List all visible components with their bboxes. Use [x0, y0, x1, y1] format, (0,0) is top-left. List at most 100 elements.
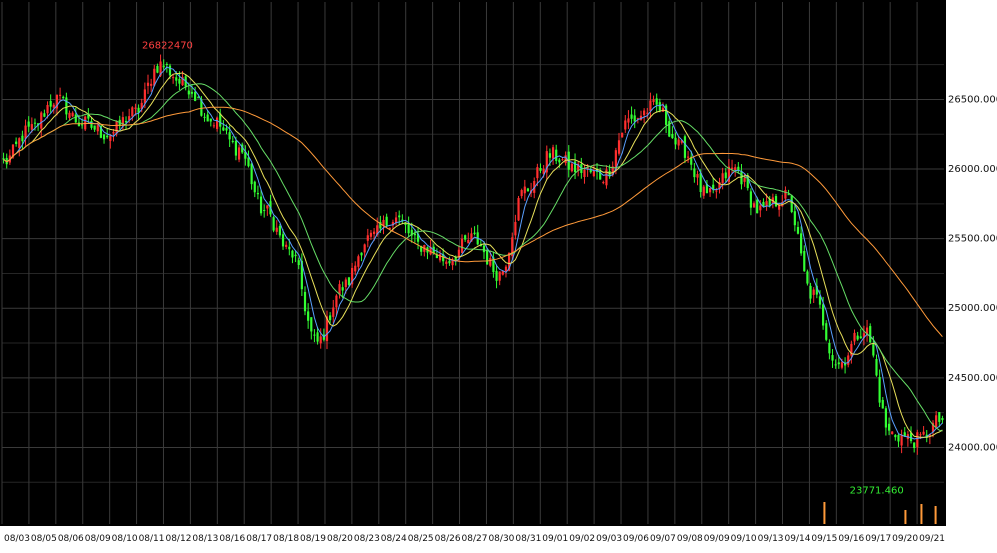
candle-body — [457, 249, 460, 257]
candle-body — [143, 89, 146, 104]
candle-body — [222, 127, 225, 131]
candle-body — [756, 199, 759, 214]
candle-body — [831, 355, 834, 361]
candle-body — [363, 244, 366, 253]
x-tick-label: 08/30 — [488, 534, 514, 544]
candle-body — [68, 112, 71, 118]
x-tick-label: 08/10 — [112, 534, 138, 544]
x-tick-label: 09/16 — [838, 534, 864, 544]
candle-body — [219, 113, 222, 127]
x-tick-label: 09/06 — [623, 534, 649, 544]
candle-body — [624, 120, 627, 130]
candle-body — [630, 114, 633, 119]
candle-body — [853, 332, 856, 342]
candle-body — [413, 233, 417, 236]
candle-body — [514, 221, 517, 236]
y-tick-label: 25500.000 — [948, 234, 997, 245]
x-tick-label: 08/19 — [300, 534, 326, 544]
candle-body — [627, 118, 630, 123]
candle-body — [369, 232, 373, 237]
candle-body — [52, 104, 55, 108]
candle-body — [834, 364, 837, 366]
candle-body — [344, 279, 347, 288]
candle-body — [43, 113, 46, 117]
candle-body — [526, 188, 530, 192]
candle-body — [372, 231, 376, 234]
candle-body — [162, 65, 165, 68]
candle-body — [46, 104, 49, 114]
candle-body — [281, 234, 285, 247]
candle-body — [407, 223, 410, 234]
candle-body — [209, 118, 212, 122]
y-tick-label: 25000.000 — [948, 303, 997, 314]
x-axis: 08/03 08/05 08/06 08/09 08/10 08/11 08/12 08/13… — [0, 526, 946, 553]
candle-body — [194, 91, 197, 101]
candle-body — [335, 295, 338, 308]
candle-body — [448, 260, 451, 264]
candle-body — [803, 250, 806, 272]
candle-body — [156, 65, 159, 73]
x-tick-label: 08/13 — [192, 534, 218, 544]
candle-body — [730, 167, 734, 170]
candle-body — [58, 94, 62, 96]
candle-body — [71, 112, 74, 117]
candle-body — [310, 317, 313, 332]
low-annotation: 23771.460 — [850, 485, 904, 496]
candle-body — [555, 149, 558, 161]
candle-body — [285, 244, 288, 247]
y-tick-label: 26000.000 — [948, 164, 997, 175]
y-axis: 24000.000 24500.000 25000.000 25500.000 2600… — [946, 0, 997, 553]
candle-body — [881, 399, 884, 409]
candle-body — [354, 265, 357, 272]
chart-frame: 24000.000 24500.000 25000.000 25500.000 2600… — [0, 0, 997, 553]
candle-body — [702, 186, 705, 196]
candle-body — [658, 102, 661, 111]
x-tick-label: 09/09 — [704, 534, 730, 544]
candle-body — [617, 140, 621, 154]
candle-body — [583, 169, 586, 178]
candle-body — [473, 232, 476, 234]
x-tick-label: 09/15 — [811, 534, 837, 544]
candle-body — [80, 124, 84, 126]
volume-bar — [934, 506, 937, 524]
candle-body — [93, 125, 96, 130]
candle-body — [570, 163, 574, 172]
candle-body — [206, 114, 209, 122]
candle-body — [259, 196, 263, 214]
candle-body — [178, 78, 181, 84]
candle-body — [878, 377, 881, 403]
candle-body — [621, 132, 624, 138]
candle-body — [828, 342, 831, 354]
candle-body — [275, 227, 278, 232]
candle-body — [303, 291, 307, 312]
candle-body — [197, 97, 200, 99]
candle-body — [150, 83, 153, 86]
x-tick-label: 09/03 — [596, 534, 622, 544]
y-axis-panel — [946, 0, 997, 553]
candle-body — [102, 134, 106, 140]
candle-body — [520, 190, 523, 197]
candle-body — [332, 307, 335, 317]
candle-body — [146, 82, 150, 86]
candle-body — [784, 190, 787, 199]
x-tick-label: 09/08 — [677, 534, 703, 544]
candle-body — [872, 344, 875, 356]
candle-body — [592, 170, 595, 177]
candle-body — [875, 358, 878, 376]
candle-body — [74, 114, 77, 123]
candle-body — [887, 423, 891, 431]
candle-body — [495, 270, 498, 281]
candle-body — [106, 135, 109, 138]
candle-body — [633, 115, 636, 122]
y-tick-label: 24500.000 — [948, 373, 997, 384]
candle-body — [734, 167, 737, 171]
candle-body — [168, 65, 172, 76]
candle-body — [84, 116, 87, 130]
candle-body — [464, 235, 467, 240]
candle-body — [793, 211, 796, 226]
candle-body — [288, 246, 291, 250]
candle-body — [913, 442, 916, 448]
candle-body — [683, 136, 687, 158]
candle-body — [643, 110, 646, 116]
candle-body — [900, 434, 903, 446]
